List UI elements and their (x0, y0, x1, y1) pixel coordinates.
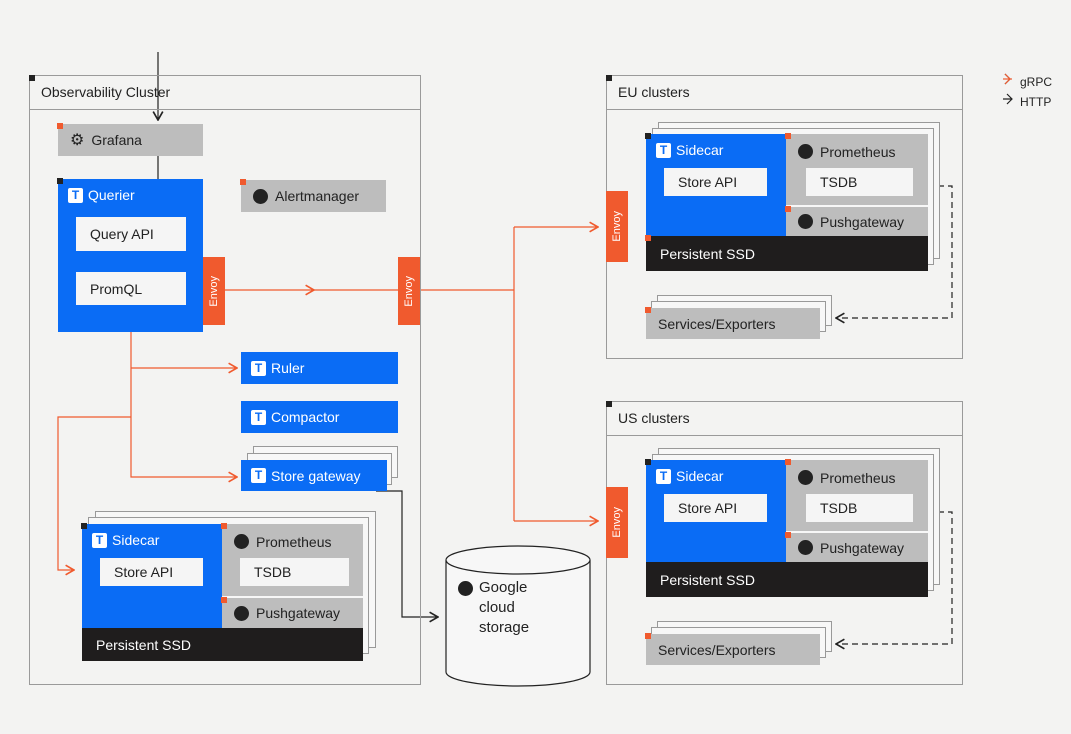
label: Envoy (403, 275, 415, 307)
label: Pushgateway (820, 539, 905, 556)
label: Prometheus (256, 534, 332, 550)
querier-label: Querier (88, 187, 135, 203)
label: Prometheus (820, 144, 896, 160)
label: Pushgateway (256, 605, 341, 621)
gcs-icon (458, 581, 473, 596)
prometheus-icon (798, 144, 813, 159)
envoy-gateway: Envoy (398, 257, 420, 325)
cluster-title: Observability Cluster (30, 76, 420, 110)
prometheus-icon (798, 214, 813, 229)
promql: PromQL (76, 272, 186, 305)
eu-store-api: Store API (664, 168, 767, 196)
label: Ruler (271, 360, 305, 376)
label: Alertmanager (275, 188, 360, 204)
eu-tsdb: TSDB (806, 168, 913, 196)
compactor-node[interactable]: T Compactor (241, 401, 398, 433)
label: Store gateway (271, 467, 361, 484)
querier-node[interactable]: T Querier (57, 178, 203, 332)
prometheus-icon (798, 470, 813, 485)
label: Envoy (611, 507, 623, 538)
thanos-icon: T (68, 187, 83, 203)
label: Envoy (208, 275, 220, 307)
label: Compactor (271, 409, 340, 425)
eu-title: EU clusters (607, 76, 962, 110)
us-title: US clusters (607, 402, 962, 436)
us-persistent-ssd: Persistent SSD (646, 562, 928, 597)
eu-services-exporters[interactable]: Services/Exporters (645, 307, 820, 339)
thanos-icon: T (656, 468, 671, 484)
persistent-ssd: Persistent SSD (82, 628, 363, 661)
legend-http: HTTP (1020, 95, 1052, 109)
store-api: Store API (100, 558, 203, 586)
label: Pushgateway (820, 213, 905, 230)
legend: gRPC HTTP (1020, 72, 1052, 112)
tsdb: TSDB (240, 558, 349, 586)
label: Sidecar (676, 468, 724, 484)
label: Google cloud storage (479, 579, 530, 636)
thanos-icon: T (656, 142, 671, 158)
prometheus-icon (253, 188, 268, 204)
us-envoy: Envoy (606, 487, 628, 558)
thanos-icon: T (251, 468, 266, 483)
thanos-icon: T (92, 532, 107, 548)
label: Sidecar (676, 142, 724, 158)
label: Sidecar (112, 532, 160, 548)
google-cloud-storage[interactable]: Google cloud storage (458, 578, 549, 638)
us-store-api: Store API (664, 494, 767, 522)
label: Services/Exporters (658, 315, 776, 332)
thanos-icon: T (251, 360, 266, 376)
ruler-node[interactable]: T Ruler (241, 352, 398, 384)
legend-grpc: gRPC (1020, 75, 1053, 89)
us-pushgateway[interactable]: Pushgateway (785, 532, 928, 562)
us-services-exporters[interactable]: Services/Exporters (645, 633, 820, 665)
prometheus-icon (234, 605, 249, 621)
label: Prometheus (820, 470, 896, 486)
prometheus-icon (234, 534, 249, 549)
grafana-node[interactable]: ⚙ Grafana (57, 123, 203, 156)
store-gateway-node[interactable]: T Store gateway (241, 460, 387, 491)
envoy-querier: Envoy (203, 257, 225, 325)
thanos-icon: T (251, 409, 266, 425)
eu-pushgateway[interactable]: Pushgateway (785, 206, 928, 236)
grafana-icon: ⚙ (70, 132, 85, 149)
query-api: Query API (76, 217, 186, 251)
us-tsdb: TSDB (806, 494, 913, 522)
alertmanager-node[interactable]: Alertmanager (240, 179, 386, 212)
label: Envoy (611, 211, 623, 242)
label: Services/Exporters (658, 641, 776, 658)
pushgateway-node[interactable]: Pushgateway (221, 597, 363, 628)
grafana-label: Grafana (91, 132, 142, 148)
eu-envoy: Envoy (606, 191, 628, 262)
eu-persistent-ssd: Persistent SSD (645, 235, 928, 271)
prometheus-icon (798, 540, 813, 555)
